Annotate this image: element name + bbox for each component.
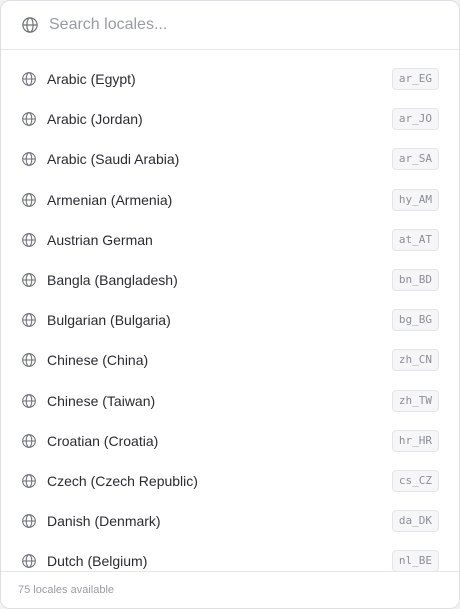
locale-label: Chinese (China)	[47, 352, 149, 369]
globe-icon	[20, 392, 37, 409]
locale-label: Arabic (Egypt)	[47, 71, 136, 88]
locale-code-badge: hy_AM	[391, 188, 439, 211]
locale-option[interactable]: Bulgarian (Bulgaria) bg_BG	[1, 300, 459, 340]
locale-code-badge: ar_EG	[391, 68, 439, 91]
globe-icon	[20, 472, 37, 489]
locale-label: Czech (Czech Republic)	[47, 472, 198, 489]
locale-code-badge: cs_CZ	[391, 469, 439, 492]
locale-option[interactable]: Arabic (Jordan) ar_JO	[1, 99, 459, 139]
locale-code-badge: zh_CN	[391, 349, 439, 372]
locale-picker-panel: Arabic (Egypt)ar_EGArabic (Jordan)ar_JOA…	[0, 0, 460, 609]
globe-icon	[20, 231, 37, 248]
locale-code-badge: hr_HR	[391, 429, 439, 452]
locale-code-badge: bg_BG	[391, 309, 439, 332]
globe-icon	[20, 553, 37, 570]
locale-list[interactable]: Arabic (Egypt) ar_EG Arabic (Jordan) ar_JO A…	[1, 59, 459, 571]
locale-label: Armenian (Armenia)	[47, 191, 173, 208]
globe-icon	[20, 352, 37, 369]
locale-label: Croatian (Croatia)	[47, 432, 159, 449]
locale-label: Bulgarian (Bulgaria)	[47, 312, 171, 329]
locale-label: Austrian German	[47, 231, 153, 248]
locale-code-badge: at_AT	[391, 228, 439, 251]
locale-code-badge: ar_JO	[391, 108, 439, 131]
locale-code-badge: nl_BE	[391, 550, 439, 571]
locale-code-badge: zh_TW	[391, 389, 439, 412]
locale-label: Arabic (Saudi Arabia)	[47, 151, 180, 168]
locale-code-badge: da_DK	[391, 510, 439, 533]
locale-option[interactable]: Austrian German at_AT	[1, 220, 459, 260]
globe-icon	[20, 151, 37, 168]
locale-label: Danish (Denmark)	[47, 513, 161, 530]
locale-label: Arabic (Jordan)	[47, 111, 143, 128]
search-bar	[1, 1, 459, 50]
locale-option[interactable]: Bangla (Bangladesh) bn_BD	[1, 260, 459, 300]
locale-code-badge: bn_BD	[391, 269, 439, 292]
locale-option[interactable]: Arabic (Egypt) ar_EG	[1, 59, 459, 99]
locale-label: Bangla (Bangladesh)	[47, 272, 178, 289]
globe-icon	[20, 191, 37, 208]
locale-label: Chinese (Taiwan)	[47, 392, 156, 409]
locale-option[interactable]: Dutch (Belgium) nl_BE	[1, 541, 459, 571]
locale-option[interactable]: Czech (Czech Republic) cs_CZ	[1, 461, 459, 501]
locale-label: Dutch (Belgium)	[47, 553, 148, 570]
locale-option[interactable]: Armenian (Armenia) hy_AM	[1, 180, 459, 220]
locale-option[interactable]: Chinese (China) zh_CN	[1, 340, 459, 380]
locale-option[interactable]: Croatian (Croatia) hr_HR	[1, 421, 459, 461]
list-footer: 75 locales available	[1, 571, 459, 608]
globe-icon	[20, 513, 37, 530]
globe-icon	[20, 111, 37, 128]
locale-option[interactable]: Arabic (Saudi Arabia) ar_SA	[1, 139, 459, 179]
globe-icon	[20, 272, 37, 289]
globe-icon	[20, 312, 37, 329]
globe-icon	[20, 432, 37, 449]
globe-icon	[20, 71, 37, 88]
locale-code-badge: ar_SA	[391, 148, 439, 171]
locale-option[interactable]: Danish (Denmark) da_DK	[1, 501, 459, 541]
search-input[interactable]	[49, 16, 429, 34]
globe-icon	[20, 16, 39, 35]
locale-count-text: 75 locales available	[18, 584, 115, 596]
locale-option[interactable]: Chinese (Taiwan) zh_TW	[1, 381, 459, 421]
